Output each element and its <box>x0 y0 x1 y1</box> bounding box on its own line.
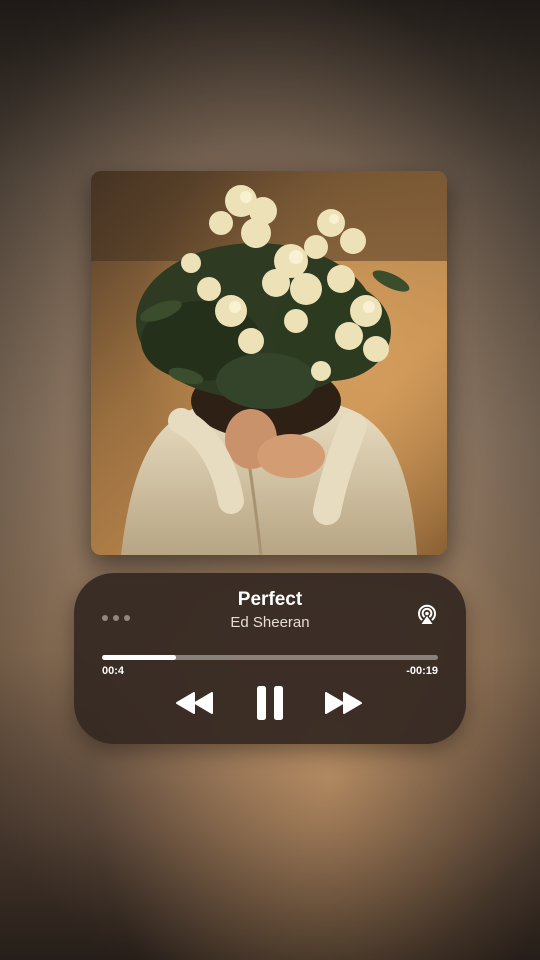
fast-forward-icon <box>325 692 362 714</box>
fast-forward-button[interactable] <box>323 691 363 715</box>
pause-button[interactable] <box>255 685 285 721</box>
time-elapsed: 00:4 <box>102 665 125 677</box>
playback-progress-bar[interactable] <box>102 655 438 660</box>
lock-screen: Perfect Ed Sheeran 00:4 -00:19 <box>0 0 540 960</box>
progress-fill <box>102 655 176 660</box>
rewind-icon <box>176 692 213 714</box>
album-artwork <box>91 171 447 555</box>
pause-icon <box>257 686 283 720</box>
now-playing-card: Perfect Ed Sheeran 00:4 -00:19 <box>74 573 466 744</box>
song-artist: Ed Sheeran <box>230 614 310 631</box>
rewind-button[interactable] <box>175 691 215 715</box>
airplay-button[interactable] <box>414 601 440 627</box>
song-title: Perfect <box>237 589 303 610</box>
airplay-icon <box>418 604 436 624</box>
time-remaining: -00:19 <box>406 665 438 677</box>
